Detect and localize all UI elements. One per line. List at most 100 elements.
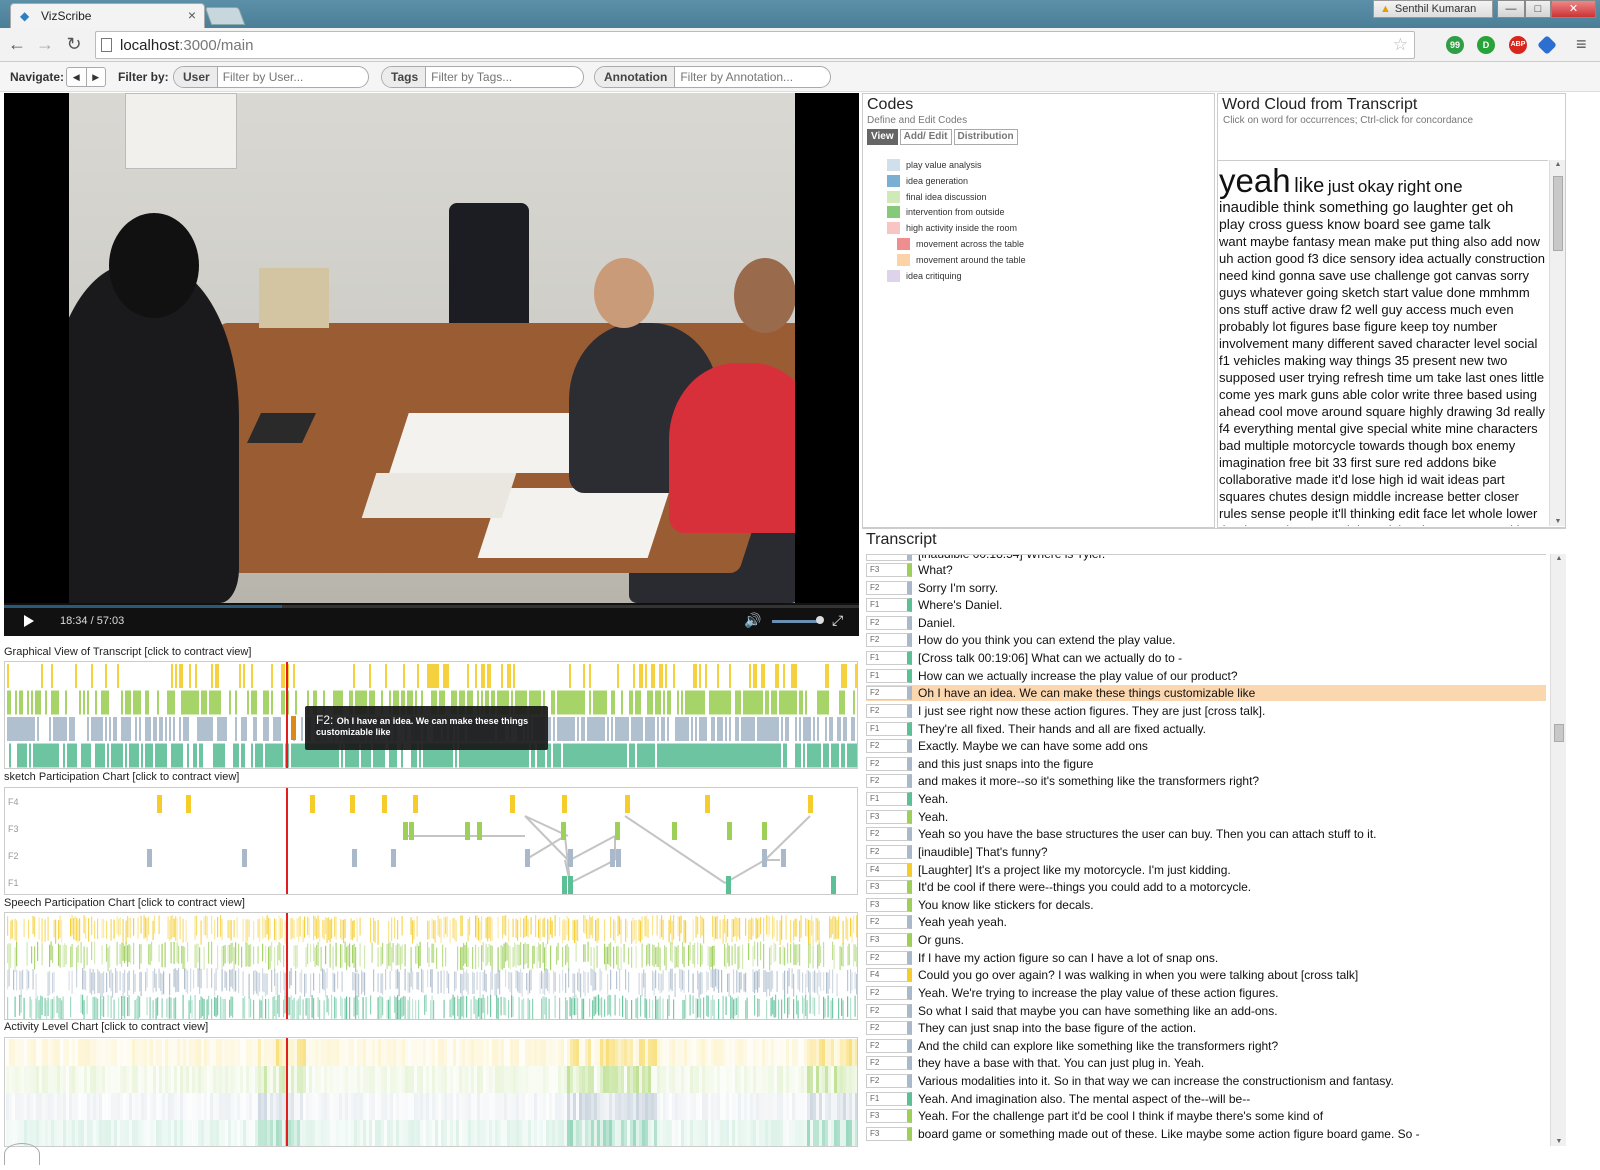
address-bar[interactable]: localhost:3000/main ☆ xyxy=(95,31,1415,59)
forward-arrow-icon[interactable]: → xyxy=(34,34,56,55)
cloud-word[interactable]: just xyxy=(1328,177,1354,196)
cloud-word[interactable]: okay xyxy=(1358,177,1394,196)
tab-distribution[interactable]: Distribution xyxy=(953,129,1018,145)
navigate-next-button[interactable]: ▶ xyxy=(85,68,106,86)
word-cloud-words[interactable]: yeah like just okay right one inaudible … xyxy=(1219,162,1545,527)
code-item[interactable]: movement around the table xyxy=(897,253,1026,266)
transcript-row[interactable]: F2 Exactly. Maybe we can have some add on… xyxy=(866,738,1546,754)
browser-tab[interactable]: ◆ VizScribe × xyxy=(10,3,205,28)
transcript-row[interactable]: [inaudible 00:18:54] Where is Tyler. xyxy=(866,555,1546,562)
scroll-down-icon[interactable]: ▼ xyxy=(1551,1138,1567,1145)
cloud-word[interactable]: yeah xyxy=(1219,162,1291,199)
transcript-row[interactable]: F2 Yeah. We're trying to increase the pla… xyxy=(866,985,1546,1001)
code-item[interactable]: intervention from outside xyxy=(887,206,1005,219)
transcript-row[interactable]: F1 They're all fixed. Their hands and all… xyxy=(866,721,1546,737)
transcript-row[interactable]: F2 And the child can explore like somethi… xyxy=(866,1038,1546,1054)
bookmark-star-icon[interactable]: ☆ xyxy=(1393,35,1408,55)
transcript-row[interactable]: F3 It'd be cool if there were--things you… xyxy=(866,879,1546,895)
cloud-words-rest[interactable]: want maybe fantasy mean make put thing a… xyxy=(1219,234,1545,526)
new-tab-button[interactable] xyxy=(204,7,246,25)
transcript-row[interactable]: F3 Yeah. xyxy=(866,809,1546,825)
extension-quote-icon[interactable]: 99 xyxy=(1446,36,1464,54)
window-close-button[interactable]: ✕ xyxy=(1551,0,1596,18)
transcript-row[interactable]: F3 You know like stickers for decals. xyxy=(866,897,1546,913)
extension-d-icon[interactable]: D xyxy=(1477,36,1495,54)
back-arrow-icon[interactable]: ← xyxy=(6,34,28,55)
tab-view[interactable]: View xyxy=(867,129,898,145)
transcript-row[interactable]: F2 Yeah yeah yeah. xyxy=(866,914,1546,930)
graphical-view-title[interactable]: Graphical View of Transcript [click to c… xyxy=(4,646,251,658)
speech-participation-chart[interactable] xyxy=(4,912,858,1020)
cloud-word[interactable]: right xyxy=(1397,177,1430,196)
cloud-word[interactable]: like xyxy=(1294,175,1324,197)
code-item[interactable]: final idea discussion xyxy=(887,190,987,203)
minimize-button[interactable]: — xyxy=(1497,0,1525,18)
tab-add-edit[interactable]: Add/ Edit xyxy=(899,129,952,145)
transcript-row[interactable]: F1 How can we actually increase the play … xyxy=(866,668,1546,684)
user-filter-input[interactable] xyxy=(217,67,368,87)
code-item[interactable]: play value analysis xyxy=(887,159,982,171)
reload-icon[interactable]: ↻ xyxy=(63,34,85,55)
sketch-participation-chart[interactable]: F4 F3 F2 F1 xyxy=(4,787,858,895)
maximize-button[interactable]: □ xyxy=(1525,0,1551,18)
word-cloud-scrollbar[interactable]: ▲ ▼ xyxy=(1549,160,1565,526)
scroll-up-icon[interactable]: ▲ xyxy=(1550,161,1566,168)
transcript-row[interactable]: F2 So what I said that maybe you can have… xyxy=(866,1003,1546,1019)
video-progress-bar[interactable] xyxy=(4,605,859,608)
code-item[interactable]: idea generation xyxy=(887,174,968,187)
transcript-row[interactable]: F2 they have a base with that. You can ju… xyxy=(866,1055,1546,1071)
transcript-row[interactable]: F3 Or guns. xyxy=(866,932,1546,948)
code-item[interactable]: high activity inside the room xyxy=(887,222,1017,235)
volume-slider[interactable] xyxy=(772,620,822,623)
video-player[interactable]: 18:34 / 57:03 🔊 ⤢ xyxy=(4,93,859,636)
scroll-up-icon[interactable]: ▲ xyxy=(1551,555,1567,562)
speech-tick xyxy=(152,971,154,993)
transcript-row[interactable]: F2 They can just snap into the base figur… xyxy=(866,1020,1546,1036)
activity-level-chart[interactable] xyxy=(4,1037,858,1147)
profile-badge[interactable]: ▲ Senthil Kumaran xyxy=(1373,0,1493,18)
transcript-row[interactable]: F2 I just see right now these action figu… xyxy=(866,703,1546,719)
tab-close-icon[interactable]: × xyxy=(188,7,196,23)
transcript-row[interactable]: F2 Oh I have an idea. We can make these t… xyxy=(866,685,1546,702)
transcript-row[interactable]: F2 Daniel. xyxy=(866,615,1546,631)
transcript-row[interactable]: F2 [inaudible] That's funny? xyxy=(866,844,1546,860)
adblock-icon[interactable]: ABP xyxy=(1509,36,1527,54)
fullscreen-icon[interactable]: ⤢ xyxy=(832,612,843,629)
transcript-row[interactable]: F2 How do you think you can extend the pl… xyxy=(866,632,1546,648)
transcript-row[interactable]: F2 and this just snaps into the figure xyxy=(866,756,1546,772)
transcript-scrollbar[interactable]: ▲ ▼ xyxy=(1550,554,1566,1146)
sketch-chart-title[interactable]: sketch Participation Chart [click to con… xyxy=(4,771,239,783)
transcript-row[interactable]: F2 Yeah so you have the base structures t… xyxy=(866,826,1546,842)
transcript-row[interactable]: F2 Various modalities into it. So in that… xyxy=(866,1073,1546,1089)
volume-icon[interactable]: 🔊 xyxy=(744,612,761,629)
transcript-row[interactable]: F1 [Cross talk 00:19:06] What can we actu… xyxy=(866,650,1546,666)
transcript-row[interactable]: F2 Sorry I'm sorry. xyxy=(866,580,1546,596)
scroll-thumb[interactable] xyxy=(1554,724,1564,742)
cloud-words-line[interactable]: inaudible think something go laughter ge… xyxy=(1219,199,1513,216)
transcript-row[interactable]: F1 Where's Daniel. xyxy=(866,597,1546,613)
code-item[interactable]: idea critiquing xyxy=(887,269,962,282)
speech-chart-title[interactable]: Speech Participation Chart [click to con… xyxy=(4,897,245,909)
extension-diamond-icon[interactable] xyxy=(1537,35,1557,55)
cloud-word[interactable]: one xyxy=(1434,177,1462,196)
volume-knob[interactable] xyxy=(816,616,824,624)
navigate-prev-button[interactable]: ◀ xyxy=(67,68,86,86)
activity-chart-title[interactable]: Activity Level Chart [click to contract … xyxy=(4,1021,208,1033)
play-icon[interactable] xyxy=(24,615,34,627)
scroll-thumb[interactable] xyxy=(1553,176,1563,251)
transcript-row[interactable]: F3 board game or something made out of th… xyxy=(866,1126,1546,1142)
transcript-row[interactable]: F1 Yeah. xyxy=(866,791,1546,807)
transcript-row[interactable]: F2 and makes it more--so it's something l… xyxy=(866,773,1546,789)
transcript-row[interactable]: F2 If I have my action figure so can I ha… xyxy=(866,950,1546,966)
transcript-row[interactable]: F4 Could you go over again? I was walking… xyxy=(866,967,1546,983)
tags-filter-input[interactable] xyxy=(426,67,582,87)
code-item[interactable]: movement across the table xyxy=(897,238,1024,250)
transcript-row[interactable]: F3 What? xyxy=(866,562,1546,578)
scroll-down-icon[interactable]: ▼ xyxy=(1550,518,1566,525)
annotation-filter-input[interactable] xyxy=(675,67,830,87)
cloud-words-line[interactable]: play cross guess know board see game tal… xyxy=(1219,216,1491,232)
browser-menu-icon[interactable]: ≡ xyxy=(1576,34,1587,55)
transcript-row[interactable]: F3 Yeah. For the challenge part it'd be c… xyxy=(866,1108,1546,1124)
transcript-row[interactable]: F1 Yeah. And imagination also. The mental… xyxy=(866,1091,1546,1107)
transcript-row[interactable]: F4 [Laughter] It's a project like my moto… xyxy=(866,862,1546,878)
